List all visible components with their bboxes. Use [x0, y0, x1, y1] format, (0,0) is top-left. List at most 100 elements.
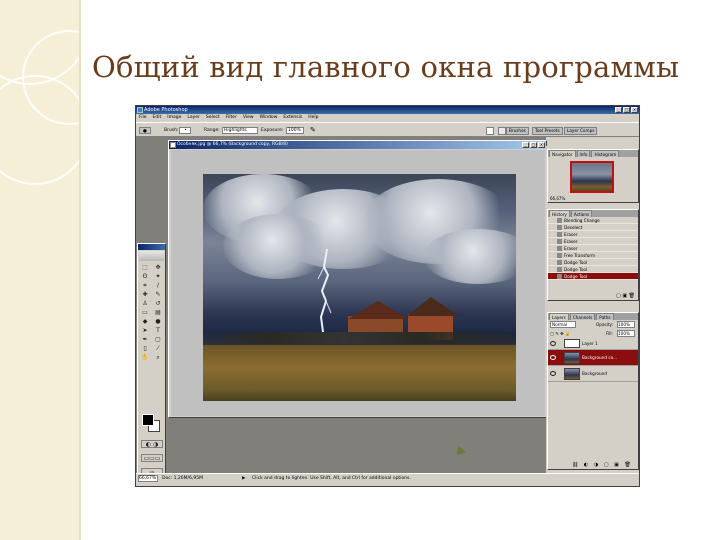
tab-navigator[interactable]: Navigator	[549, 150, 576, 157]
pen-tool-icon[interactable]: ✒	[139, 335, 151, 343]
history-state-icon	[557, 253, 562, 258]
tab-actions[interactable]: Actions	[570, 210, 593, 217]
notes-tool-icon[interactable]: ▯	[139, 344, 151, 352]
menu-image[interactable]: Image	[167, 114, 181, 122]
slide: Общий вид главного окна программы Adobe …	[0, 0, 720, 540]
quick-mask-icon[interactable]: ◐ ◑	[141, 440, 163, 448]
history-item[interactable]: Blending Change	[548, 217, 638, 224]
menu-help[interactable]: Help	[308, 114, 318, 122]
history-item[interactable]: Dodge Tool	[548, 259, 638, 266]
storm-photo[interactable]	[203, 174, 516, 401]
history-state-icon	[557, 239, 562, 244]
well-tab-layer-comps[interactable]: Layer Comps	[564, 127, 598, 135]
shape-tool-icon[interactable]: ▢	[152, 335, 164, 343]
palette-well-icon[interactable]	[498, 127, 506, 135]
document-minimize-button[interactable]: _	[522, 142, 529, 148]
range-select[interactable]: Highlights	[222, 127, 258, 134]
exposure-input[interactable]: 100%	[286, 127, 304, 134]
document-close-button[interactable]: ×	[538, 142, 545, 148]
well-tab-tool-presets[interactable]: Tool Presets	[532, 127, 563, 135]
healing-brush-tool-icon[interactable]: ✚	[139, 290, 151, 298]
history-item[interactable]: Eraser	[548, 231, 638, 238]
document-canvas[interactable]	[171, 150, 545, 416]
tab-history[interactable]: History	[549, 210, 570, 217]
adobe-logo-icon[interactable]	[139, 251, 164, 261]
tool-preset-picker[interactable]: ●	[139, 127, 151, 134]
document-titlebar[interactable]: Особняк.jpg @ 66,7% (Background copy, RG…	[169, 141, 546, 149]
visibility-eye-icon[interactable]	[550, 371, 556, 376]
gradient-tool-icon[interactable]: ▤	[152, 308, 164, 316]
opacity-input[interactable]: 100%	[617, 321, 635, 328]
history-item[interactable]: Eraser	[548, 245, 638, 252]
menu-extensis[interactable]: Extensis	[283, 114, 302, 122]
status-arrow-icon[interactable]: ▶	[242, 475, 245, 483]
dodge-tool-icon[interactable]: ●	[152, 317, 164, 325]
history-item[interactable]: Free Transform	[548, 252, 638, 259]
magic-wand-tool-icon[interactable]: ✦	[152, 272, 164, 280]
blend-mode-select[interactable]: Normal	[550, 321, 576, 328]
marquee-tool-icon[interactable]: ⬚	[139, 263, 151, 271]
history-footer-icons[interactable]: ▢ ▣ 🗑	[616, 293, 635, 299]
menu-filter[interactable]: Filter	[226, 114, 237, 122]
navigator-zoom[interactable]: 66,67%	[550, 196, 565, 201]
range-label: Range:	[204, 128, 220, 133]
close-button[interactable]: ×	[631, 107, 638, 113]
navigator-thumbnail[interactable]	[570, 161, 614, 193]
history-state-icon	[557, 232, 562, 237]
screen-mode-icon[interactable]: ▭▭▭	[141, 454, 163, 462]
type-tool-icon[interactable]: T	[152, 326, 164, 334]
menu-select[interactable]: Select	[206, 114, 220, 122]
history-item[interactable]: Eraser	[548, 238, 638, 245]
tab-layers[interactable]: Layers	[549, 313, 569, 320]
history-tabs: History Actions	[548, 210, 638, 217]
layer-row[interactable]: Background	[548, 366, 638, 382]
brush-picker[interactable]: •	[179, 127, 191, 134]
history-item[interactable]: Dodge Tool	[548, 266, 638, 273]
layer-row-selected[interactable]: Background co...	[548, 350, 638, 366]
tab-paths[interactable]: Paths	[596, 313, 614, 320]
menu-view[interactable]: View	[243, 114, 254, 122]
menu-window[interactable]: Window	[260, 114, 278, 122]
slice-tool-icon[interactable]: ∕	[152, 281, 164, 289]
brush-label: Brush:	[164, 128, 179, 133]
history-state-icon	[557, 218, 562, 223]
file-browser-icon[interactable]	[486, 127, 494, 135]
layer-row[interactable]: Layer 1	[548, 338, 638, 350]
document-maximize-button[interactable]: □	[530, 142, 537, 148]
tool-grid: ⬚ ✥ ʘ ✦ ⌗ ∕ ✚ ✎ ♙ ↺ ▭ ▤ ◆ ● ➤ T ✒ ▢ ▯ ⁄	[138, 262, 165, 362]
airbrush-icon[interactable]: ✎	[310, 127, 316, 134]
minimize-button[interactable]: _	[615, 107, 622, 113]
move-tool-icon[interactable]: ✥	[152, 263, 164, 271]
layers-footer-icons[interactable]: ⛓ ◐ ◑ ▢ ▣ 🗑	[572, 462, 633, 468]
lasso-tool-icon[interactable]: ʘ	[139, 272, 151, 280]
tab-channels[interactable]: Channels	[569, 313, 596, 320]
history-item[interactable]: Deselect	[548, 224, 638, 231]
history-brush-tool-icon[interactable]: ↺	[152, 299, 164, 307]
history-item-active[interactable]: Dodge Tool	[548, 273, 638, 280]
hand-tool-icon[interactable]: ✋	[139, 353, 151, 361]
visibility-eye-icon[interactable]	[550, 341, 556, 346]
eyedropper-tool-icon[interactable]: ⁄	[152, 344, 164, 352]
foreground-color-swatch[interactable]	[142, 414, 154, 426]
visibility-eye-icon[interactable]	[550, 355, 556, 360]
path-selection-tool-icon[interactable]: ➤	[139, 326, 151, 334]
navigator-tabs: Navigator Info Histogram	[548, 150, 638, 157]
brush-tool-icon[interactable]: ✎	[152, 290, 164, 298]
zoom-tool-icon[interactable]: ⌕	[152, 353, 164, 361]
menu-edit[interactable]: Edit	[153, 114, 162, 122]
eraser-tool-icon[interactable]: ▭	[139, 308, 151, 316]
tab-info[interactable]: Info	[576, 150, 591, 157]
menu-file[interactable]: File	[139, 114, 147, 122]
fill-input[interactable]: 100%	[617, 330, 635, 337]
maximize-button[interactable]: □	[623, 107, 630, 113]
clone-stamp-tool-icon[interactable]: ♙	[139, 299, 151, 307]
crop-tool-icon[interactable]: ⌗	[139, 281, 151, 289]
toolbox-header[interactable]	[138, 244, 165, 250]
blur-tool-icon[interactable]: ◆	[139, 317, 151, 325]
lock-icons[interactable]: ▢ ✎ ✥ 🔒	[550, 331, 570, 337]
menu-layer[interactable]: Layer	[187, 114, 200, 122]
status-hint: Click and drag to lighten. Use Shift, Al…	[252, 476, 411, 481]
status-zoom[interactable]: 66,67%	[138, 475, 158, 482]
well-tab-brushes[interactable]: Brushes	[506, 127, 529, 135]
tab-histogram[interactable]: Histogram	[591, 150, 620, 157]
